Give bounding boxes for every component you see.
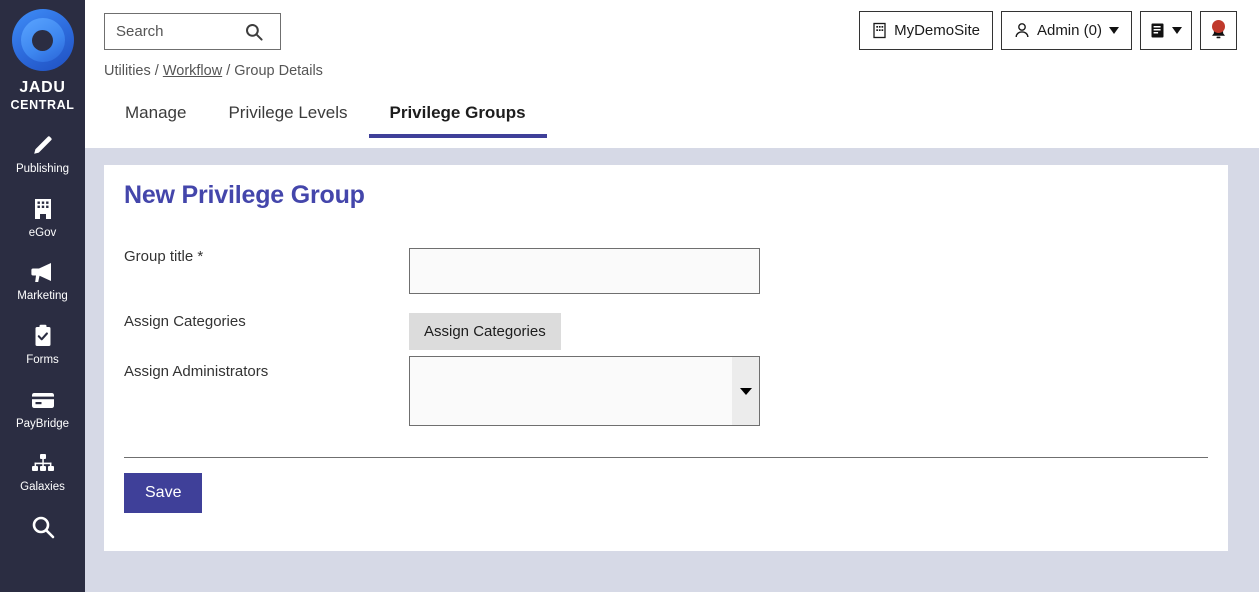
top-bar: Utilities / Workflow / Group Details	[85, 0, 1259, 95]
form-row-assign-administrators: Assign Administrators	[124, 356, 1208, 438]
brand-name-line2: CENTRAL	[10, 98, 75, 112]
site-selector-button[interactable]: MyDemoSite	[859, 11, 993, 50]
building-icon	[32, 196, 54, 222]
docs-menu-button[interactable]	[1140, 11, 1192, 50]
header-actions: MyDemoSite Admin (0)	[859, 11, 1237, 50]
sidebar-item-forms[interactable]: Forms	[0, 323, 85, 367]
breadcrumb-separator: /	[226, 63, 231, 79]
tab-label: Manage	[125, 103, 187, 122]
sidebar-label: Galaxies	[20, 481, 65, 494]
main-area: Utilities / Workflow / Group Details	[85, 0, 1259, 592]
user-icon	[1014, 22, 1030, 39]
breadcrumb-item-workflow[interactable]: Workflow	[163, 63, 222, 79]
page-title: New Privilege Group	[124, 181, 365, 209]
sidebar-item-egov[interactable]: eGov	[0, 196, 85, 240]
tab-label: Privilege Groups	[389, 103, 526, 122]
brand-logo[interactable]: JADU CENTRAL	[0, 0, 85, 112]
assign-administrators-label: Assign Administrators	[124, 363, 269, 380]
sidebar-label: Publishing	[15, 163, 70, 175]
assign-categories-button[interactable]: Assign Categories	[409, 313, 561, 350]
required-marker: *	[197, 248, 204, 265]
sitemap-icon	[30, 450, 56, 476]
bell-icon	[1210, 19, 1227, 41]
breadcrumb-item-group-details: Group Details	[234, 63, 323, 79]
search-input[interactable]	[105, 14, 243, 49]
sidebar-label: PayBridge	[15, 417, 70, 430]
form-divider	[124, 457, 1208, 458]
notifications-button[interactable]	[1200, 11, 1237, 50]
brand-name-line1: JADU	[19, 79, 66, 96]
save-button[interactable]: Save	[124, 473, 203, 513]
sidebar-item-paybridge[interactable]: PayBridge	[0, 387, 85, 431]
sidebar-item-publishing[interactable]: Publishing	[0, 132, 85, 176]
megaphone-icon	[30, 259, 56, 285]
sidebar-item-marketing[interactable]: Marketing	[0, 259, 85, 303]
select-arrow-zone[interactable]	[732, 357, 759, 425]
notification-badge	[1212, 19, 1225, 33]
clipboard-check-icon	[32, 323, 54, 349]
group-title-label: Group title *	[124, 248, 404, 265]
pencil-icon	[31, 132, 55, 158]
breadcrumb: Utilities / Workflow / Group Details	[104, 63, 323, 79]
user-menu-label: Admin (0)	[1036, 22, 1102, 39]
form-row-assign-categories: Assign Categories Assign Categories	[124, 313, 1208, 359]
magnifier-icon	[30, 514, 56, 540]
chevron-down-icon	[739, 387, 752, 395]
assign-categories-label: Assign Categories	[124, 313, 246, 330]
group-title-field-wrap	[409, 248, 760, 294]
assign-administrators-select[interactable]	[409, 356, 760, 426]
assign-administrators-field-wrap	[409, 356, 760, 426]
sidebar-label: Marketing	[17, 290, 68, 303]
site-selector-label: MyDemoSite	[894, 22, 980, 39]
sidebar-label: Forms	[26, 353, 59, 366]
tab-label: Privilege Levels	[228, 103, 348, 122]
tab-manage[interactable]: Manage	[104, 95, 207, 138]
breadcrumb-separator: /	[154, 63, 159, 79]
tab-privilege-groups[interactable]: Privilege Groups	[368, 95, 547, 138]
jadu-ring-logo	[11, 9, 74, 71]
form-row-group-title: Group title *	[124, 248, 1208, 303]
tab-privilege-levels[interactable]: Privilege Levels	[207, 95, 368, 138]
group-title-input[interactable]	[409, 248, 760, 294]
sidebar-label: eGov	[28, 226, 57, 239]
form-card: New Privilege Group Group title * Assign…	[104, 165, 1228, 551]
group-title-label-text: Group title	[124, 248, 194, 265]
search-icon[interactable]	[244, 22, 264, 42]
credit-card-icon	[30, 387, 56, 413]
breadcrumb-item-utilities: Utilities	[104, 63, 151, 79]
chevron-down-icon	[1172, 27, 1182, 34]
sidebar-item-search[interactable]: Search	[0, 514, 85, 540]
content-background: New Privilege Group Group title * Assign…	[85, 148, 1259, 592]
sidebar-item-galaxies[interactable]: Galaxies	[0, 450, 85, 494]
building-icon	[872, 22, 887, 39]
sidebar: JADU CENTRAL Publishing eGov Marketing F…	[0, 0, 85, 592]
search-box[interactable]	[104, 13, 281, 50]
chevron-down-icon	[1109, 27, 1119, 34]
assign-categories-field-wrap: Assign Categories	[409, 313, 561, 350]
book-icon	[1150, 22, 1165, 39]
user-menu-button[interactable]: Admin (0)	[1000, 11, 1132, 50]
tab-bar: Manage Privilege Levels Privilege Groups	[85, 95, 1259, 148]
